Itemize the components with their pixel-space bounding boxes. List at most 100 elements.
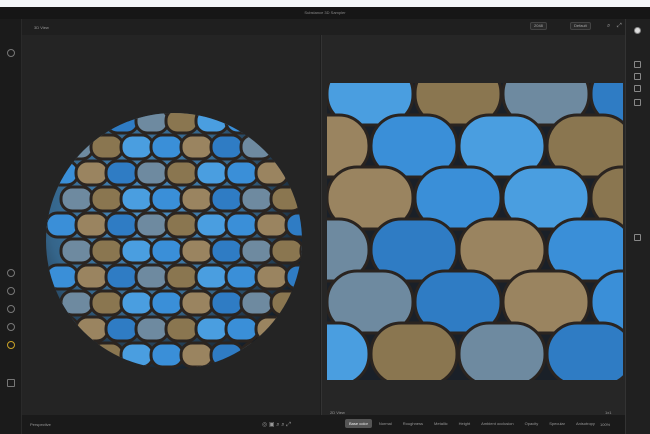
scale-tile [254,113,290,135]
resolution-dropdown[interactable]: 2048 [530,22,547,30]
scale-tile [104,159,140,187]
scale-tile [209,185,245,213]
scale-tile [164,263,200,291]
scale-tile [74,315,110,343]
channel-tabs: Base color Normal Roughness Metallic Hei… [345,419,599,428]
scale-tile [545,321,623,380]
scale-tile [74,113,110,135]
scale-tile [74,263,110,291]
brush-icon[interactable] [634,99,641,106]
tool-icon[interactable] [7,323,15,331]
scale-tile [239,237,275,265]
scale-tile [46,211,80,239]
tab-height[interactable]: Height [455,419,475,428]
scale-tile [194,113,230,135]
scale-tile [284,113,302,135]
left-toolbar [0,19,22,434]
scale-tile [164,315,200,343]
scale-tile [119,237,155,265]
scale-tile [89,237,125,265]
tab-normal[interactable]: Normal [375,419,396,428]
scale-tile [59,133,95,161]
tab-specular[interactable]: Specular [545,419,569,428]
tab-anisotropy[interactable]: Anisotropy [572,419,599,428]
scale-tile [194,211,230,239]
scale-tile [284,211,302,239]
tab-roughness[interactable]: Roughness [399,419,427,428]
scale-tile [254,315,290,343]
scale-tile [194,315,230,343]
scale-tile [224,263,260,291]
scale-tile [164,113,200,135]
3d-footer-label: Perspective [30,422,51,427]
scale-tile [104,315,140,343]
scale-tile [299,341,302,369]
material-thumb-icon[interactable] [634,27,641,34]
tool-icon[interactable] [7,305,15,313]
scale-tile [104,113,140,135]
3d-view-label: 3D View [34,25,49,30]
scale-tile [179,289,215,317]
light-icon[interactable] [7,341,15,349]
scale-tile [164,159,200,187]
scale-tile [46,159,80,187]
scale-tile [284,315,302,343]
layer-icon[interactable] [634,73,641,80]
filter-icon[interactable] [634,234,641,241]
scale-tile [59,185,95,213]
scale-tile [119,185,155,213]
layer-icon[interactable] [634,85,641,92]
2d-view-label: 2D View [330,410,345,415]
scale-tile [89,341,125,369]
2d-viewport[interactable] [321,35,625,415]
asset-icon[interactable] [7,379,15,387]
scale-tile [269,237,302,265]
scale-tile [46,263,80,291]
layer-icon[interactable] [634,61,641,68]
tab-metallic[interactable]: Metallic [430,419,452,428]
material-sphere [46,113,302,369]
layers-icon[interactable] [7,49,15,57]
scale-tile [269,341,302,369]
scale-tile [149,237,185,265]
scale-tile [104,263,140,291]
scale-tile [224,211,260,239]
scale-tile [134,159,170,187]
scale-tile [179,185,215,213]
zoom-value[interactable]: 100% [600,422,610,427]
tool-icon[interactable] [7,287,15,295]
tool-icon[interactable] [7,269,15,277]
scale-tile [224,113,260,135]
scale-tile [269,185,302,213]
texture-preview [327,83,623,380]
scale-tile [59,289,95,317]
scale-tile [224,159,260,187]
scale-tile [209,341,245,369]
scale-tile [194,159,230,187]
scale-tile [59,237,95,265]
scale-tile [239,289,275,317]
scale-tile [209,133,245,161]
scale-tile [89,185,125,213]
3d-viewport[interactable] [22,19,320,415]
scale-tile [134,315,170,343]
scale-tile [59,341,95,369]
scale-tile [149,289,185,317]
tab-ambient-occlusion[interactable]: Ambient occlusion [477,419,517,428]
display-dropdown[interactable]: Default [570,22,591,30]
scale-tile [239,185,275,213]
scale-tile [284,159,302,187]
expand-icon[interactable]: ⤢ [617,23,622,30]
scale-tile [269,289,302,317]
scale-tile [269,133,302,161]
tab-base-color[interactable]: Base color [345,419,372,428]
scale-tile [457,321,547,380]
scale-tile [149,185,185,213]
scale-tile [179,341,215,369]
tab-opacity[interactable]: Opacity [521,419,543,428]
scale-tile [74,211,110,239]
scale-tile [299,237,302,265]
view-controls-icon[interactable]: ◎ ▣ ⌕ ⌕ ⤢ [262,421,291,429]
scale-tile [299,185,302,213]
search-icon[interactable]: ⌕ [607,23,610,30]
